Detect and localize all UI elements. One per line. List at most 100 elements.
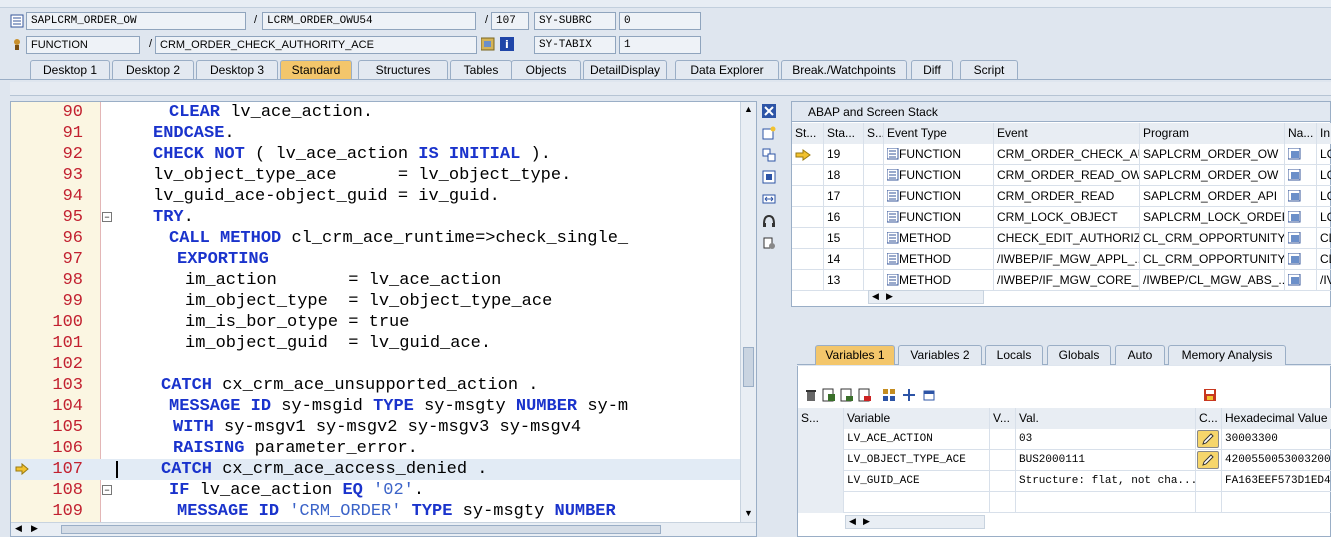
code-line[interactable]: 98 im_action = lv_ace_action bbox=[11, 270, 741, 291]
tab-desktop-3[interactable]: Desktop 3 bbox=[196, 60, 278, 79]
stack-horizontal-scrollbar[interactable]: ◀ ▶ bbox=[868, 290, 984, 304]
column-header[interactable]: Event Type bbox=[884, 123, 994, 144]
stack-row[interactable]: 15 METHOD CHECK_EDIT_AUTHORIZ... CL_CRM_OPP… bbox=[792, 228, 1331, 249]
fold-toggle-icon[interactable]: − bbox=[102, 485, 112, 495]
append-row-icon[interactable] bbox=[840, 388, 854, 402]
tab-detaildisplay[interactable]: DetailDisplay bbox=[583, 60, 667, 79]
column-header[interactable]: Hexadecimal Value bbox=[1222, 408, 1331, 429]
tab-auto[interactable]: Auto bbox=[1115, 345, 1165, 365]
tabix-value[interactable]: 1 bbox=[619, 36, 701, 54]
scroll-left-icon[interactable]: ◀ bbox=[849, 516, 856, 527]
row-selector[interactable] bbox=[798, 429, 844, 450]
tab-objects[interactable]: Objects bbox=[511, 60, 581, 79]
scroll-left-icon[interactable]: ◀ bbox=[15, 523, 22, 534]
variable-value[interactable]: Structure: flat, not cha... bbox=[1016, 471, 1196, 492]
object-icon[interactable] bbox=[922, 388, 936, 402]
navigate-source-icon[interactable] bbox=[1285, 249, 1317, 270]
column-header[interactable]: Sta... bbox=[824, 123, 864, 144]
row-selector[interactable] bbox=[798, 471, 844, 492]
program-field[interactable]: SAPLCRM_ORDER_OW bbox=[26, 12, 246, 30]
variable-value[interactable]: 03 bbox=[1016, 429, 1196, 450]
stack-row[interactable]: 13 METHOD/IWBEP/IF_MGW_CORE_.../IWBEP/CL_… bbox=[792, 270, 1331, 291]
maximize-icon[interactable] bbox=[762, 170, 776, 184]
tab-standard[interactable]: Standard bbox=[280, 60, 352, 79]
swap-tool-icon[interactable] bbox=[762, 148, 776, 162]
code-line[interactable]: 91 ENDCASE. bbox=[11, 123, 741, 144]
tab-variables-1[interactable]: Variables 1 bbox=[815, 345, 895, 365]
stack-row[interactable]: 19 FUNCTION CRM_ORDER_CHECK_AU...SAPLCRM_O… bbox=[792, 144, 1331, 165]
column-header[interactable]: C... bbox=[1196, 408, 1222, 429]
code-line[interactable]: 96 CALL METHOD cl_crm_ace_runtime=>check_… bbox=[11, 228, 741, 249]
code-line[interactable]: 102 bbox=[11, 354, 741, 375]
code-line[interactable]: 90 CLEAR lv_ace_action. bbox=[11, 102, 741, 123]
save-icon[interactable] bbox=[1203, 388, 1217, 402]
scroll-right-icon[interactable]: ▶ bbox=[886, 291, 893, 302]
code-line[interactable]: 92 CHECK NOT ( lv_ace_action IS INITIAL )… bbox=[11, 144, 741, 165]
tab-variables-2[interactable]: Variables 2 bbox=[898, 345, 982, 365]
variable-row[interactable]: LV_ACE_ACTION 03 30003300 bbox=[798, 429, 1331, 450]
remove-row-icon[interactable] bbox=[858, 388, 872, 402]
column-header[interactable]: Event bbox=[994, 123, 1140, 144]
editor-vertical-scrollbar[interactable]: ▲ ▼ bbox=[740, 102, 756, 522]
navigate-source-icon[interactable] bbox=[1285, 270, 1317, 291]
scroll-right-icon[interactable]: ▶ bbox=[863, 516, 870, 527]
fold-toggle-icon[interactable]: − bbox=[102, 212, 112, 222]
edit-pencil-icon[interactable] bbox=[1197, 430, 1219, 448]
event-name-field[interactable]: CRM_ORDER_CHECK_AUTHORITY_ACE bbox=[155, 36, 477, 54]
column-header[interactable]: S... bbox=[864, 123, 884, 144]
variable-name[interactable]: LV_ACE_ACTION bbox=[844, 429, 990, 450]
navigate-source-icon[interactable] bbox=[1285, 207, 1317, 228]
row-selector[interactable] bbox=[798, 492, 844, 513]
variable-row[interactable]: LV_OBJECT_TYPE_ACE BUS2000111 420055005300… bbox=[798, 450, 1331, 471]
scroll-left-icon[interactable]: ◀ bbox=[872, 291, 879, 302]
tab-desktop-1[interactable]: Desktop 1 bbox=[30, 60, 110, 79]
scroll-down-icon[interactable]: ▼ bbox=[744, 508, 753, 518]
code-line[interactable]: 94 lv_guid_ace-object_guid = iv_guid. bbox=[11, 186, 741, 207]
column-header[interactable]: Na... bbox=[1285, 123, 1317, 144]
tab-tables[interactable]: Tables bbox=[450, 60, 512, 79]
row-selector[interactable] bbox=[798, 450, 844, 471]
stack-row[interactable]: 17 FUNCTION CRM_ORDER_READ SAPLCRM_ORDER_AP… bbox=[792, 186, 1331, 207]
navigate-source-icon[interactable] bbox=[1285, 165, 1317, 186]
variable-value[interactable] bbox=[1016, 492, 1196, 513]
scroll-right-icon[interactable]: ▶ bbox=[31, 523, 38, 534]
tab-structures[interactable]: Structures bbox=[358, 60, 448, 79]
event-type-field[interactable]: FUNCTION bbox=[26, 36, 140, 54]
variable-tree-icon[interactable] bbox=[882, 388, 896, 402]
code-line[interactable]: 109 MESSAGE ID 'CRM_ORDER' TYPE sy-msgty … bbox=[11, 501, 741, 522]
column-header[interactable]: Variable bbox=[844, 408, 990, 429]
code-line[interactable]: 103 CATCH cx_crm_ace_unsupported_action . bbox=[11, 375, 741, 396]
column-header[interactable]: Val. bbox=[1016, 408, 1196, 429]
tab-desktop-2[interactable]: Desktop 2 bbox=[112, 60, 194, 79]
tab-locals[interactable]: Locals bbox=[985, 345, 1043, 365]
tab-data-explorer[interactable]: Data Explorer bbox=[675, 60, 779, 79]
variable-row[interactable] bbox=[798, 492, 1331, 513]
tab-break-watchpoints[interactable]: Break./Watchpoints bbox=[781, 60, 907, 79]
column-header[interactable]: St... bbox=[792, 123, 824, 144]
variable-value[interactable]: BUS2000111 bbox=[1016, 450, 1196, 471]
tab-memory-analysis[interactable]: Memory Analysis bbox=[1168, 345, 1286, 365]
code-line[interactable]: 93 lv_object_type_ace = lv_object_type. bbox=[11, 165, 741, 186]
navigate-source-icon[interactable] bbox=[1285, 144, 1317, 165]
info-icon[interactable]: i bbox=[500, 37, 514, 51]
tab-globals[interactable]: Globals bbox=[1047, 345, 1111, 365]
navigate-source-icon[interactable] bbox=[1285, 186, 1317, 207]
column-header[interactable]: Program bbox=[1140, 123, 1285, 144]
code-line[interactable]: 104 MESSAGE ID sy-msgid TYPE sy-msgty NUM… bbox=[11, 396, 741, 417]
variable-name[interactable]: LV_OBJECT_TYPE_ACE bbox=[844, 450, 990, 471]
code-line[interactable]: 95 − TRY. bbox=[11, 207, 741, 228]
resize-icon[interactable] bbox=[762, 192, 776, 206]
navigate-source-icon[interactable] bbox=[1285, 228, 1317, 249]
column-header[interactable]: In bbox=[1317, 123, 1331, 144]
insert-row-icon[interactable] bbox=[822, 388, 836, 402]
editor-horizontal-scrollbar[interactable]: ◀ ▶ bbox=[11, 522, 756, 536]
subrc-value[interactable]: 0 bbox=[619, 12, 701, 30]
variable-name[interactable] bbox=[844, 492, 990, 513]
variables-horizontal-scrollbar[interactable]: ◀ ▶ bbox=[845, 515, 985, 529]
tab-diff[interactable]: Diff bbox=[911, 60, 953, 79]
include-field[interactable]: LCRM_ORDER_OWU54 bbox=[262, 12, 476, 30]
scroll-up-icon[interactable]: ▲ bbox=[744, 104, 753, 114]
scroll-thumb[interactable] bbox=[61, 525, 661, 534]
edit-pencil-icon[interactable] bbox=[1197, 451, 1219, 469]
code-line[interactable]: 101 im_object_guid = lv_guid_ace. bbox=[11, 333, 741, 354]
